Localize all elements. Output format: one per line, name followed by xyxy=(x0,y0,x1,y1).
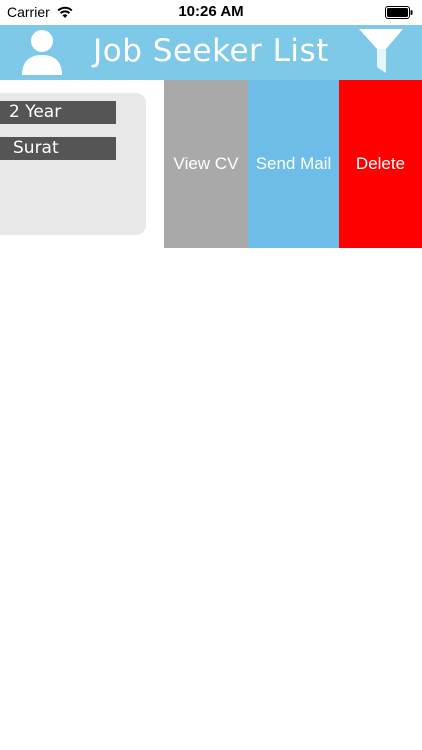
view-cv-button[interactable]: View CV xyxy=(164,80,248,248)
nav-bar: Job Seeker List xyxy=(0,25,422,80)
send-mail-label: Send Mail xyxy=(255,154,332,173)
filter-icon[interactable] xyxy=(357,27,405,77)
view-cv-label: View CV xyxy=(173,154,239,173)
send-mail-button[interactable]: Send Mail xyxy=(248,80,339,248)
city-badge: Surat xyxy=(0,137,116,160)
delete-label: Delete xyxy=(355,154,406,173)
job-seeker-card[interactable]: 2 Year Surat xyxy=(0,93,146,235)
status-bar: Carrier 10:26 AM xyxy=(0,0,422,25)
delete-button[interactable]: Delete xyxy=(339,80,422,248)
experience-badge: 2 Year xyxy=(0,101,116,124)
status-time: 10:26 AM xyxy=(178,3,244,20)
battery-icon xyxy=(385,6,413,19)
